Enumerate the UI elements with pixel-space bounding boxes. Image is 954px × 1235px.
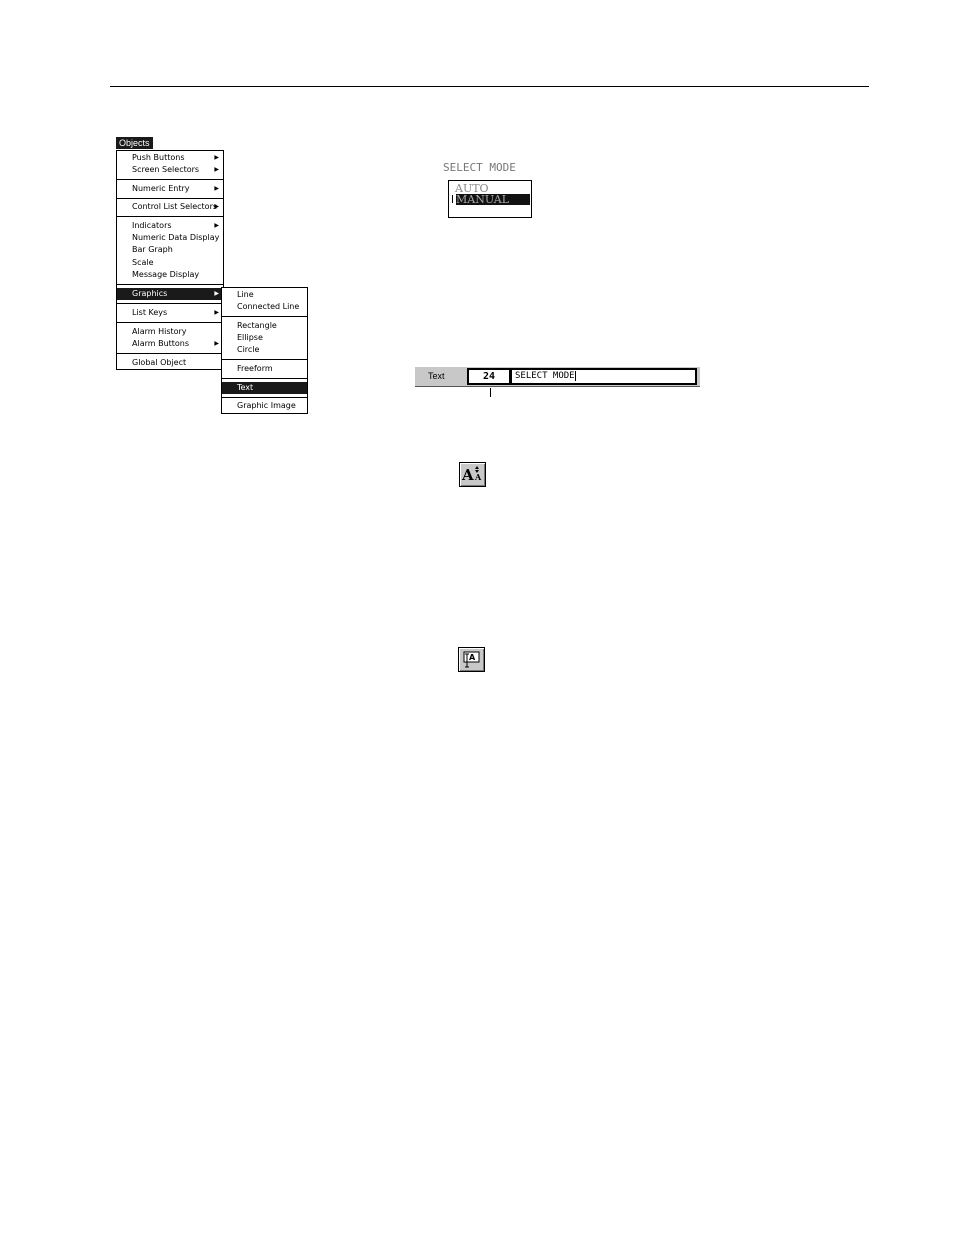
select-mode-title: SELECT MODE [443,161,516,174]
svg-text:A: A [461,466,474,484]
menu-item-numeric-entry[interactable]: Numeric Entry ▶ [117,183,223,195]
menu-item-message-display[interactable]: Message Display [117,269,223,281]
svg-text:A: A [469,653,476,662]
text-tool-icon: A [463,651,480,668]
menu-item-list-keys[interactable]: List Keys ▶ [117,307,223,319]
objects-menu: Push Buttons ▶ Screen Selectors ▶ Numeric … [116,150,224,370]
menu-separator [117,284,223,285]
submenu-item-graphic-image[interactable]: Graphic Image [222,400,307,412]
submenu-arrow-icon: ▶ [214,154,219,161]
submenu-item-ellipse[interactable]: Ellipse [222,332,307,344]
top-rule [110,86,869,87]
submenu-item-rectangle[interactable]: Rectangle [222,320,307,332]
menu-item-global-object[interactable]: Global Object [117,357,223,369]
menu-separator [117,216,223,217]
submenu-item-freeform[interactable]: Freeform [222,363,307,375]
menu-item-numeric-data-display[interactable]: Numeric Data Display [117,232,223,244]
text-size-icon: A A [461,466,482,484]
text-size-button[interactable]: A A [459,462,486,487]
text-size-field[interactable]: 24 [467,368,511,385]
text-toolbar-label: Text [428,371,445,381]
text-toolbar: Text 24 SELECT MODE [415,366,700,387]
menu-item-scale[interactable]: Scale [117,257,223,269]
submenu-arrow-icon: ▶ [214,203,219,210]
submenu-arrow-icon: ▶ [214,340,219,347]
menu-separator [117,322,223,323]
submenu-arrow-icon: ▶ [214,290,219,297]
submenu-item-circle[interactable]: Circle [222,344,307,356]
submenu-item-line[interactable]: Line [222,289,307,301]
menu-separator [222,316,307,317]
mode-list-box[interactable]: AUTO MANUAL [448,180,532,218]
menu-separator [222,397,307,398]
menu-item-push-buttons[interactable]: Push Buttons ▶ [117,152,223,164]
menu-separator [222,359,307,360]
menu-item-alarm-buttons[interactable]: Alarm Buttons ▶ [117,338,223,350]
menu-separator [117,353,223,354]
text-content-value: SELECT MODE [515,371,575,381]
submenu-arrow-icon: ▶ [214,309,219,316]
menu-item-screen-selectors[interactable]: Screen Selectors ▶ [117,164,223,176]
menu-item-graphics[interactable]: Graphics ▶ [117,288,223,300]
text-content-field[interactable]: SELECT MODE [510,368,697,385]
text-tool-button[interactable]: A [458,647,485,672]
submenu-item-connected-line[interactable]: Connected Line [222,301,307,313]
menu-separator [117,303,223,304]
submenu-arrow-icon: ▶ [214,185,219,192]
menu-item-control-list-selectors[interactable]: Control List Selectors ▶ [117,201,223,213]
submenu-arrow-icon: ▶ [214,166,219,173]
submenu-item-text[interactable]: Text [222,382,307,394]
menu-separator [117,198,223,199]
menu-separator [117,179,223,180]
objects-menu-title[interactable]: Objects [116,137,153,149]
menu-item-indicators[interactable]: Indicators ▶ [117,220,223,232]
menu-separator [222,378,307,379]
svg-text:A: A [474,472,482,482]
graphics-submenu: Line Connected Line Rectangle Ellipse Ci… [221,287,308,414]
text-caret [574,370,576,381]
menu-item-alarm-history[interactable]: Alarm History [117,326,223,338]
menu-item-bar-graph[interactable]: Bar Graph [117,244,223,256]
list-cursor [452,195,453,203]
submenu-arrow-icon: ▶ [214,222,219,229]
callout-line [490,388,491,397]
list-option-manual[interactable]: MANUAL [456,194,530,205]
